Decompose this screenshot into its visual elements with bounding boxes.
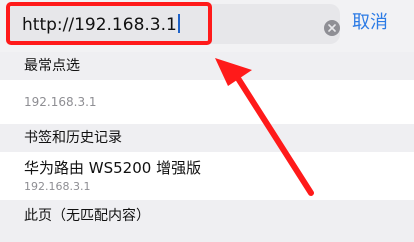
clear-icon[interactable] xyxy=(324,20,340,36)
section-header-bookmarks-history: 书签和历史记录 xyxy=(0,124,414,152)
list-item-url: 192.168.3.1 xyxy=(24,95,97,109)
url-text: http://192.168.3.1 xyxy=(22,14,180,35)
url-input[interactable]: http://192.168.3.1 xyxy=(8,4,340,44)
list-item[interactable]: 华为路由 WS5200 增强版 192.168.3.1 xyxy=(0,152,414,200)
section-title: 书签和历史记录 xyxy=(24,130,122,146)
address-bar-container: http://192.168.3.1 取消 xyxy=(0,0,414,52)
section-header-on-this-page: 此页（无匹配内容） xyxy=(0,200,414,242)
section-title: 最常点选 xyxy=(24,58,80,74)
list-item[interactable]: 192.168.3.1 xyxy=(0,80,414,124)
text-cursor xyxy=(177,14,180,33)
clear-x-glyph xyxy=(328,24,336,32)
section-header-frequent: 最常点选 xyxy=(0,52,414,80)
list-item-url: 192.168.3.1 xyxy=(24,180,91,193)
cancel-button[interactable]: 取消 xyxy=(352,12,388,34)
section-title: 此页（无匹配内容） xyxy=(24,208,150,224)
list-item-title: 华为路由 WS5200 增强版 xyxy=(24,159,202,177)
url-value: http://192.168.3.1 xyxy=(22,15,177,35)
